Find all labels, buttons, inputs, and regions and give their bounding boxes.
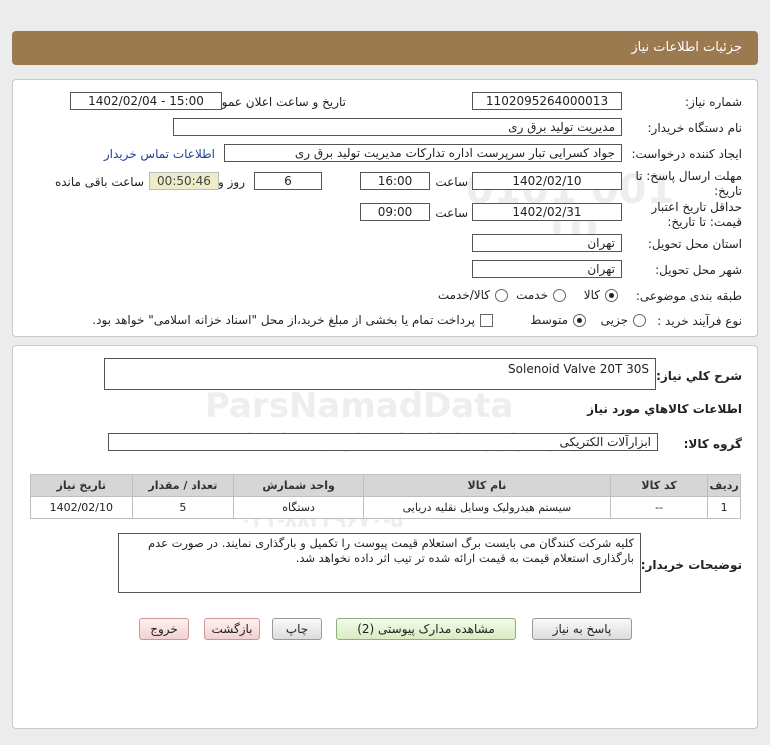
summary-label: شرح کلي نياز: xyxy=(656,369,742,383)
back-button[interactable]: بازگشت xyxy=(204,618,260,640)
creator-field: جواد کسرایی تبار سرپرست اداره تدارکات مد… xyxy=(224,144,622,162)
col-item-code: کد کالا xyxy=(609,474,709,497)
cell-row: 1 xyxy=(707,496,741,519)
deadline-label-2: تاریخ: xyxy=(714,184,742,198)
category-goods-radio[interactable] xyxy=(605,288,618,302)
treasury-payment-option[interactable]: پرداخت تمام یا بخشی از مبلغ خرید،از محل … xyxy=(92,313,493,327)
cell-unit: دستگاه xyxy=(233,496,365,519)
page-header: جزئیات اطلاعات نیاز xyxy=(12,31,758,65)
category-service-label: خدمت xyxy=(516,288,548,302)
category-goods-label: کالا xyxy=(583,288,600,302)
col-unit: واحد شمارش xyxy=(233,474,365,497)
category-option-goods[interactable]: کالا xyxy=(584,288,618,302)
page-title: جزئیات اطلاعات نیاز xyxy=(631,40,742,55)
goods-table-header: ردیف کد کالا نام کالا واحد شمارش تعداد /… xyxy=(30,474,741,497)
process-label: نوع فرآیند خرید : xyxy=(657,314,742,328)
deadline-date-field: 1402/02/10 xyxy=(472,172,622,190)
province-label: استان محل تحویل: xyxy=(647,237,742,251)
process-medium-radio[interactable] xyxy=(573,313,586,327)
cell-need-date: 1402/02/10 xyxy=(30,496,133,519)
validity-time-field: 09:00 xyxy=(360,203,430,221)
cell-item-name: سیستم هیدرولیک وسایل نقلیه دریایی xyxy=(363,496,611,519)
process-minor-label: جزیی xyxy=(600,313,628,327)
cell-quantity: 5 xyxy=(131,496,235,519)
announce-label: تاریخ و ساعت اعلان عمومی: xyxy=(201,95,346,109)
process-option-minor[interactable]: جزیی xyxy=(601,313,646,327)
goods-info-title: اطلاعات کالاهاي مورد نياز xyxy=(587,402,742,416)
need-number-label: شماره نیاز: xyxy=(685,95,742,109)
validity-time-label: ساعت xyxy=(435,206,468,220)
col-need-date: تاریخ نیاز xyxy=(30,474,133,497)
category-option-service[interactable]: خدمت xyxy=(516,288,566,302)
process-option-medium[interactable]: متوسط xyxy=(530,313,586,327)
province-field: تهران xyxy=(472,234,622,252)
summary-field: Solenoid Valve 20T 30S xyxy=(104,358,656,390)
category-label: طبقه بندی موضوعی: xyxy=(635,289,742,303)
validity-date-field: 1402/02/31 xyxy=(472,203,622,221)
cell-item-code: -- xyxy=(609,496,709,519)
city-label: شهر محل تحویل: xyxy=(655,263,742,277)
print-button[interactable]: چاپ xyxy=(272,618,322,640)
process-minor-radio[interactable] xyxy=(633,313,646,327)
process-medium-label: متوسط xyxy=(530,313,568,327)
category-service-radio[interactable] xyxy=(553,288,566,302)
days-label: روز و xyxy=(218,175,245,189)
category-option-goods-service[interactable]: کالا/خدمت xyxy=(438,288,508,302)
contact-buyer-link[interactable]: اطلاعات تماس خریدار xyxy=(104,147,215,161)
exit-button[interactable]: خروج xyxy=(139,618,189,640)
category-goods-service-radio[interactable] xyxy=(495,288,508,302)
attachments-button[interactable]: مشاهده مدارک پیوستی (2) xyxy=(336,618,516,640)
need-number-field: 1102095264000013 xyxy=(472,92,622,110)
buyer-org-label: نام دستگاه خریدار: xyxy=(647,121,743,135)
deadline-label-1: مهلت ارسال پاسخ: تا xyxy=(635,169,742,183)
goods-group-label: گروه کالا: xyxy=(683,437,742,451)
goods-table: ردیف کد کالا نام کالا واحد شمارش تعداد /… xyxy=(30,474,741,519)
category-goods-service-label: کالا/خدمت xyxy=(437,288,490,302)
days-remaining-field: 6 xyxy=(254,172,322,190)
validity-label-2: قیمت: تا تاریخ: xyxy=(667,215,742,229)
treasury-payment-checkbox[interactable] xyxy=(480,313,493,327)
col-item-name: نام کالا xyxy=(363,474,611,497)
buyer-notes-field: کلیه شرکت کنندگان می بایست برگ استعلام ق… xyxy=(118,533,641,593)
table-row: 1 -- سیستم هیدرولیک وسایل نقلیه دریایی د… xyxy=(30,496,741,519)
creator-label: ایجاد کننده درخواست: xyxy=(631,147,742,161)
buyer-notes-label: توضیحات خریدار: xyxy=(640,558,742,572)
city-field: تهران xyxy=(472,260,622,278)
treasury-payment-label: پرداخت تمام یا بخشی از مبلغ خرید،از محل … xyxy=(92,313,475,327)
deadline-time-label: ساعت xyxy=(435,175,468,189)
announce-field: 1402/02/04 - 15:00 xyxy=(70,92,222,110)
goods-group-field: ابزارآلات الکتریکی xyxy=(108,433,658,451)
col-row: ردیف xyxy=(707,474,741,497)
deadline-time-field: 16:00 xyxy=(360,172,430,190)
reply-button[interactable]: پاسخ به نیاز xyxy=(532,618,632,640)
summary-text: Solenoid Valve 20T 30S xyxy=(508,362,649,376)
remaining-time-label: ساعت باقی مانده xyxy=(54,175,144,189)
validity-label-1: حداقل تاریخ اعتبار xyxy=(651,200,742,214)
buyer-org-field: مدیریت تولید برق ری xyxy=(173,118,622,136)
buyer-notes-text: کلیه شرکت کنندگان می بایست برگ استعلام ق… xyxy=(147,536,634,565)
col-quantity: تعداد / مقدار xyxy=(131,474,235,497)
remaining-time-field: 00:50:46 xyxy=(149,172,219,190)
